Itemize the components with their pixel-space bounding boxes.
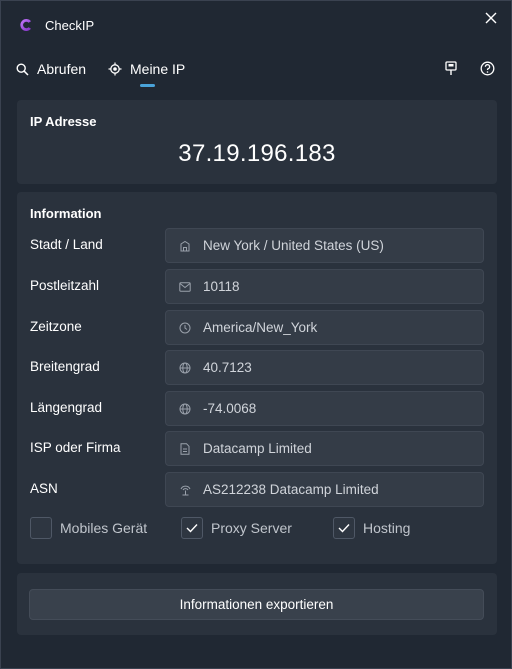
ip-address-value: 37.19.196.183 (178, 140, 336, 167)
postal-code-label: Postleitzahl (30, 278, 100, 293)
checkmark-icon (338, 524, 350, 533)
checkbox-box (181, 517, 203, 539)
document-icon (167, 442, 203, 455)
ip-address-panel: IP Adresse 37.19.196.183 (17, 100, 497, 184)
title-bar: CheckIP (1, 1, 511, 47)
search-icon (16, 62, 29, 76)
tab-meine-ip-label: Meine IP (130, 61, 186, 77)
antenna-icon (167, 484, 203, 496)
isp-field[interactable]: Datacamp Limited (165, 431, 484, 466)
postal-code-field[interactable]: 10118 (165, 269, 484, 304)
tab-abrufen[interactable]: Abrufen (16, 58, 86, 80)
app-window: CheckIP Abrufen Meine IP IP Adresse 37.1… (0, 0, 512, 669)
longitude-label: Längengrad (30, 400, 103, 415)
tab-meine-ip[interactable]: Meine IP (108, 58, 185, 80)
tab-abrufen-label: Abrufen (37, 61, 87, 77)
hosting-checkbox[interactable]: Hosting (333, 517, 410, 539)
close-button[interactable] (479, 7, 503, 29)
proxy-server-checkbox[interactable]: Proxy Server (181, 517, 292, 539)
asn-field[interactable]: AS212238 Datacamp Limited (165, 472, 484, 507)
help-icon (480, 61, 494, 75)
export-button[interactable]: Informationen exportieren (29, 589, 484, 620)
location-target-icon (108, 62, 122, 76)
timezone-label: Zeitzone (30, 319, 82, 334)
timezone-field[interactable]: America/New_York (165, 310, 484, 345)
isp-label: ISP oder Firma (30, 440, 121, 455)
close-icon (485, 12, 497, 24)
mail-icon (167, 281, 203, 292)
information-panel: Information Stadt / Land New York / Unit… (17, 192, 497, 564)
clock-icon (167, 322, 203, 334)
checkbox-box (333, 517, 355, 539)
help-button[interactable] (476, 57, 498, 79)
globe-icon (167, 403, 203, 415)
checkbox-box (30, 517, 52, 539)
latitude-label: Breitengrad (30, 359, 100, 374)
latitude-field[interactable]: 40.7123 (165, 350, 484, 385)
longitude-field[interactable]: -74.0068 (165, 391, 484, 426)
mobile-device-checkbox[interactable]: Mobiles Gerät (30, 517, 147, 539)
flag-icon (445, 60, 457, 75)
city-country-field[interactable]: New York / United States (US) (165, 228, 484, 263)
flag-button[interactable] (440, 57, 462, 79)
app-title: CheckIP (45, 18, 95, 33)
asn-label: ASN (30, 481, 58, 496)
active-tab-indicator (140, 84, 155, 87)
information-heading: Information (30, 206, 102, 221)
globe-icon (167, 362, 203, 374)
ip-address-heading: IP Adresse (30, 114, 97, 129)
app-logo-icon (18, 17, 34, 33)
export-panel: Informationen exportieren (17, 573, 497, 635)
city-country-label: Stadt / Land (30, 237, 103, 252)
building-icon (167, 240, 203, 252)
checkmark-icon (186, 524, 198, 533)
